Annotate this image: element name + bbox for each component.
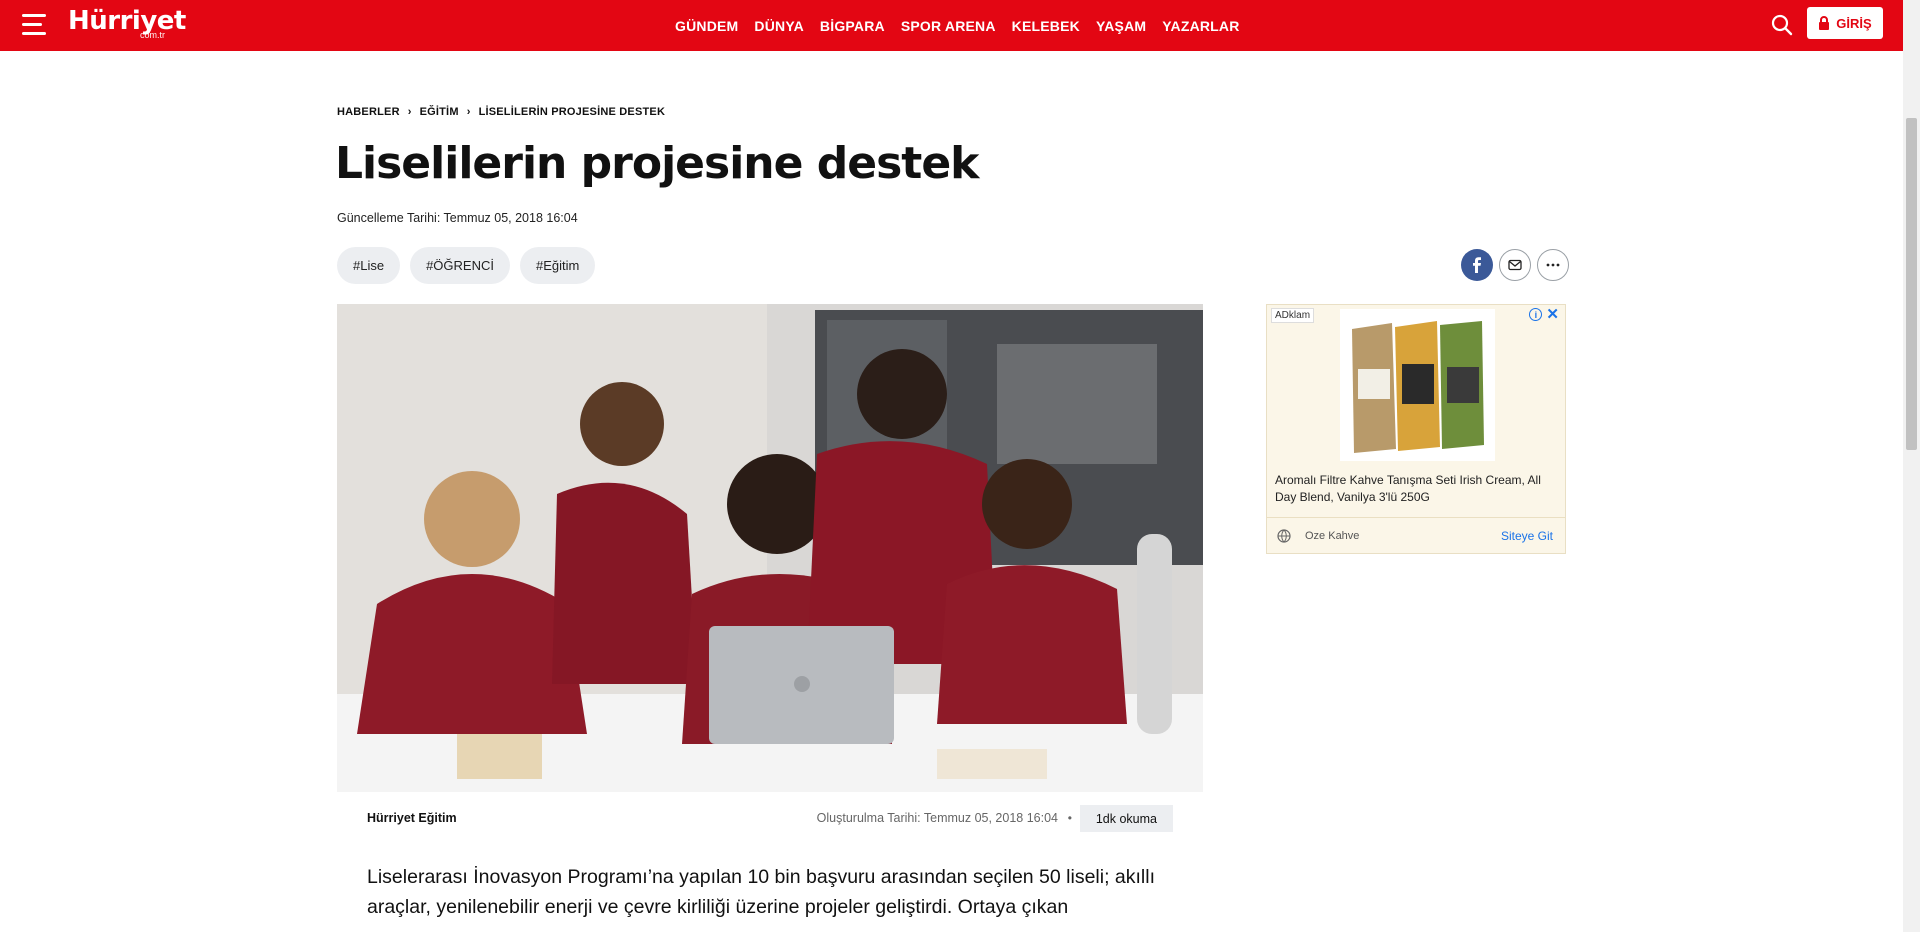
share-buttons	[1461, 249, 1569, 281]
nav-item-bigpara[interactable]: BİGPARA	[820, 18, 885, 34]
ad-label-text: AD	[1275, 310, 1289, 321]
article-lead: Liselerarası İnovasyon Programı’na yapıl…	[367, 866, 1156, 918]
meta-separator: •	[1067, 811, 1072, 825]
nav-item-yasam[interactable]: YAŞAM	[1096, 18, 1146, 34]
author-name[interactable]: Hürriyet Eğitim	[367, 811, 457, 825]
ad-cta-link[interactable]: Siteye Git	[1501, 529, 1553, 543]
more-icon	[1546, 263, 1560, 267]
chevron-right-icon: ›	[466, 106, 471, 118]
ad-info-icon[interactable]: i	[1529, 308, 1543, 321]
ad-label-extra: klam	[1288, 310, 1311, 321]
search-icon[interactable]	[1770, 13, 1794, 37]
facebook-icon	[1473, 257, 1481, 273]
breadcrumb: HABERLER › EĞİTİM › LİSELİLERİN PROJESİN…	[337, 106, 665, 118]
nav-item-dunya[interactable]: DÜNYA	[754, 18, 804, 34]
created-date: Oluşturulma Tarihi: Temmuz 05, 2018 16:0…	[816, 811, 1058, 825]
mail-share-button[interactable]	[1499, 249, 1531, 281]
ad-brand[interactable]: Oze Kahve	[1305, 530, 1359, 542]
chevron-right-icon: ›	[407, 106, 412, 118]
ad-label: ADklam	[1271, 308, 1315, 323]
globe-icon	[1277, 529, 1291, 543]
mail-icon	[1508, 259, 1522, 271]
nav-item-spor-arena[interactable]: SPOR ARENA	[901, 18, 996, 34]
nav-item-yazarlar[interactable]: YAZARLAR	[1162, 18, 1239, 34]
page-scrollbar[interactable]	[1903, 0, 1920, 932]
site-logo-sub: com.tr	[140, 30, 166, 40]
site-logo[interactable]: Hürriyet	[68, 6, 186, 36]
tag-egitim[interactable]: #Eğitim	[519, 247, 596, 284]
article-title: Liselilerin projesine destek	[335, 138, 979, 189]
tag-lise[interactable]: #Lise	[337, 247, 401, 284]
article-hero-image	[337, 304, 1203, 792]
tag-list: #Lise #ÖĞRENCİ #Eğitim	[337, 247, 596, 284]
login-label: GİRİŞ	[1836, 15, 1872, 31]
updated-date: Güncelleme Tarihi: Temmuz 05, 2018 16:04	[337, 211, 578, 225]
facebook-share-button[interactable]	[1461, 249, 1493, 281]
ad-banner[interactable]: ADklam i ✕ Aromalı Filtre Kahve Tanışma …	[1266, 304, 1566, 554]
breadcrumb-item-haberler[interactable]: HABERLER	[337, 106, 400, 118]
login-button[interactable]: GİRİŞ	[1807, 7, 1883, 39]
ad-controls: i ✕	[1529, 307, 1559, 322]
main-nav: GÜNDEM DÜNYA BİGPARA SPOR ARENA KELEBEK …	[675, 0, 1240, 51]
ad-close-icon[interactable]: ✕	[1546, 307, 1559, 322]
nav-item-kelebek[interactable]: KELEBEK	[1012, 18, 1080, 34]
ad-product-image[interactable]	[1340, 309, 1495, 461]
lock-icon	[1819, 16, 1830, 30]
article-meta: Hürriyet Eğitim Oluşturulma Tarihi: Temm…	[337, 804, 1203, 834]
tag-ogrenci[interactable]: #ÖĞRENCİ	[410, 247, 510, 284]
nav-item-gundem[interactable]: GÜNDEM	[675, 18, 738, 34]
ad-footer: Oze Kahve Siteye Git	[1267, 517, 1565, 553]
scrollbar-thumb[interactable]	[1906, 118, 1917, 450]
more-share-button[interactable]	[1537, 249, 1569, 281]
top-header: Hürriyet com.tr GÜNDEM DÜNYA BİGPARA SPO…	[0, 0, 1903, 51]
breadcrumb-item-egitim[interactable]: EĞİTİM	[420, 106, 459, 118]
hamburger-menu-icon[interactable]	[22, 14, 50, 36]
ad-description[interactable]: Aromalı Filtre Kahve Tanışma Seti Irish …	[1275, 472, 1559, 506]
read-time-badge: 1dk okuma	[1079, 805, 1173, 832]
breadcrumb-item-current[interactable]: LİSELİLERİN PROJESİNE DESTEK	[479, 106, 666, 118]
